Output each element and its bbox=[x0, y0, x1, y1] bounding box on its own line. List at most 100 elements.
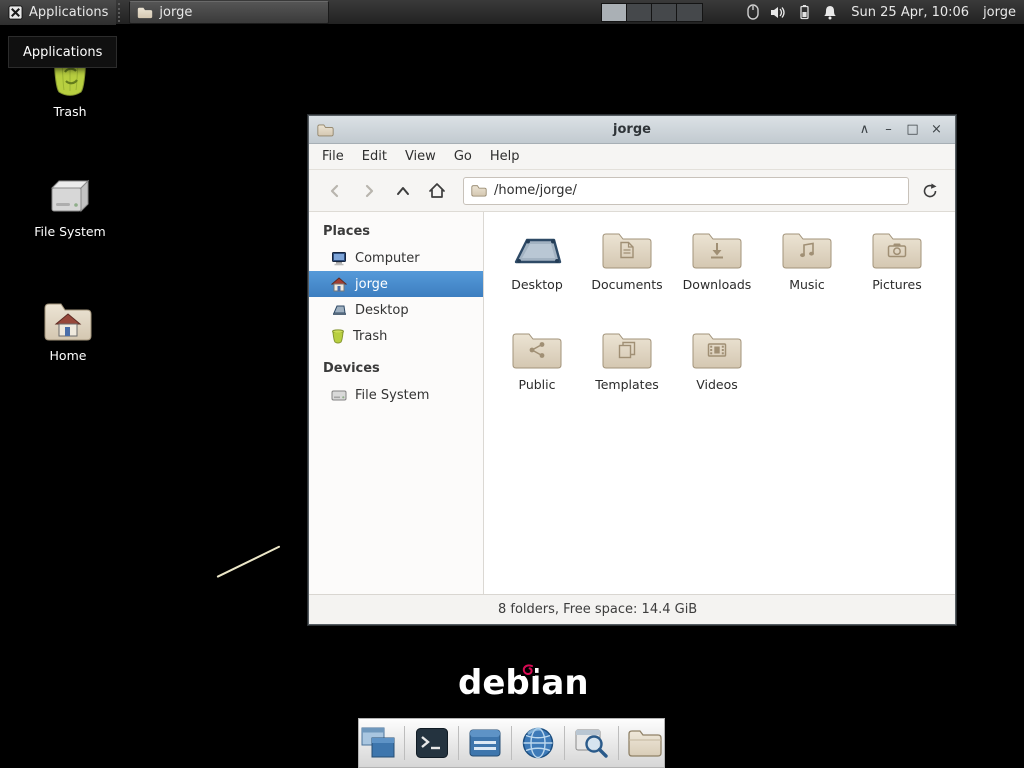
folder-item-templates[interactable]: Templates bbox=[582, 326, 672, 426]
template-icon bbox=[618, 341, 636, 359]
folder-label: Videos bbox=[696, 377, 738, 392]
titlebar[interactable]: jorge ∧ – □ × bbox=[309, 116, 955, 144]
workspace-4[interactable] bbox=[677, 4, 702, 21]
file-manager-folder-icon[interactable] bbox=[626, 722, 664, 764]
reload-button[interactable] bbox=[915, 176, 945, 206]
taskbar-window-label: jorge bbox=[159, 5, 192, 20]
desktop-artifact-line bbox=[217, 545, 281, 577]
folder-label: Templates bbox=[595, 377, 659, 392]
folder-item-music[interactable]: Music bbox=[762, 226, 852, 326]
path-entry[interactable]: /home/jorge/ bbox=[463, 177, 909, 205]
dock-panel bbox=[358, 718, 665, 768]
workspace-1[interactable] bbox=[602, 4, 627, 21]
sidebar-item-desktop[interactable]: Desktop bbox=[309, 297, 483, 323]
mouse-settings-icon[interactable] bbox=[747, 4, 759, 20]
sidebar: Places Computer jorge bbox=[309, 212, 484, 594]
menu-file[interactable]: File bbox=[313, 146, 353, 167]
desktop-icon-home[interactable]: Home bbox=[18, 292, 118, 363]
applications-tooltip: Applications bbox=[8, 36, 117, 68]
window-folder-icon bbox=[317, 123, 334, 137]
close-button[interactable]: × bbox=[926, 120, 947, 140]
clock[interactable]: Sun 25 Apr, 10:06 bbox=[851, 5, 969, 20]
terminal-icon[interactable] bbox=[412, 722, 450, 764]
menubar: File Edit View Go Help bbox=[309, 144, 955, 170]
minimize-button[interactable]: – bbox=[878, 120, 899, 140]
folder-item-pictures[interactable]: Pictures bbox=[852, 226, 942, 326]
toolbar: /home/jorge/ bbox=[309, 170, 955, 212]
folder-grid: Desktop Documents bbox=[484, 212, 955, 594]
sidebar-item-computer[interactable]: Computer bbox=[309, 245, 483, 271]
desktop-icon-label: File System bbox=[20, 224, 120, 239]
shade-button[interactable]: ∧ bbox=[854, 120, 875, 140]
debian-logo: debian bbox=[458, 663, 589, 703]
volume-icon[interactable] bbox=[770, 5, 786, 20]
workspace-3[interactable] bbox=[652, 4, 677, 21]
menu-view[interactable]: View bbox=[396, 146, 445, 167]
dock-separator bbox=[458, 726, 459, 760]
taskbar-window-button[interactable]: jorge bbox=[129, 1, 329, 24]
folder-label: Public bbox=[519, 377, 556, 392]
sidebar-item-label: Desktop bbox=[355, 303, 409, 318]
folder-item-desktop[interactable]: Desktop bbox=[492, 226, 582, 326]
folder-icon bbox=[601, 326, 653, 370]
home-icon bbox=[331, 277, 347, 292]
devices-header: Devices bbox=[309, 357, 483, 382]
application-finder-icon[interactable] bbox=[572, 722, 610, 764]
sidebar-item-filesystem[interactable]: File System bbox=[309, 382, 483, 408]
desktop-icon bbox=[331, 303, 347, 317]
panel-handle bbox=[118, 3, 125, 22]
desktop-desk-icon bbox=[508, 226, 566, 270]
menu-edit[interactable]: Edit bbox=[353, 146, 396, 167]
menu-help[interactable]: Help bbox=[481, 146, 529, 167]
battery-icon[interactable] bbox=[797, 5, 812, 20]
panel-right-area: Sun 25 Apr, 10:06 jorge bbox=[601, 3, 1024, 22]
sidebar-item-jorge[interactable]: jorge bbox=[309, 271, 483, 297]
applications-menu-icon bbox=[8, 5, 23, 20]
debian-swirl-icon bbox=[521, 664, 535, 676]
panel-username[interactable]: jorge bbox=[983, 5, 1016, 20]
folder-icon bbox=[781, 226, 833, 270]
workspace-switcher bbox=[601, 3, 703, 22]
web-browser-globe-icon[interactable] bbox=[519, 722, 557, 764]
folder-label: Desktop bbox=[511, 277, 563, 292]
up-button[interactable] bbox=[387, 176, 419, 206]
back-button[interactable] bbox=[319, 176, 351, 206]
sidebar-item-label: Computer bbox=[355, 251, 420, 266]
statusbar: 8 folders, Free space: 14.4 GiB bbox=[309, 594, 955, 624]
sidebar-item-label: jorge bbox=[355, 277, 388, 292]
window-controls: ∧ – □ × bbox=[854, 120, 947, 140]
music-note-icon bbox=[798, 241, 816, 259]
notification-bell-icon[interactable] bbox=[823, 5, 837, 20]
folder-item-documents[interactable]: Documents bbox=[582, 226, 672, 326]
share-icon bbox=[528, 341, 546, 359]
computer-icon bbox=[331, 251, 347, 266]
dock-separator bbox=[618, 726, 619, 760]
folder-icon bbox=[691, 226, 743, 270]
taskbar-folder-icon bbox=[137, 6, 153, 19]
dock-separator bbox=[511, 726, 512, 760]
maximize-button[interactable]: □ bbox=[902, 120, 923, 140]
folder-item-public[interactable]: Public bbox=[492, 326, 582, 426]
forward-button[interactable] bbox=[353, 176, 385, 206]
folder-item-downloads[interactable]: Downloads bbox=[672, 226, 762, 326]
download-arrow-icon bbox=[708, 241, 726, 259]
film-icon bbox=[707, 343, 727, 358]
places-header: Places bbox=[309, 220, 483, 245]
home-button[interactable] bbox=[421, 176, 453, 206]
menu-go[interactable]: Go bbox=[445, 146, 481, 167]
folder-icon bbox=[871, 226, 923, 270]
show-desktop-icon[interactable] bbox=[359, 722, 397, 764]
trash-icon bbox=[331, 329, 345, 344]
window-list-icon[interactable] bbox=[466, 722, 504, 764]
main-pane: Desktop Documents bbox=[484, 212, 955, 594]
folder-icon bbox=[601, 226, 653, 270]
applications-menu-button[interactable]: Applications bbox=[0, 0, 116, 25]
folder-item-videos[interactable]: Videos bbox=[672, 326, 762, 426]
tooltip-label: Applications bbox=[23, 45, 102, 60]
path-folder-icon bbox=[471, 184, 487, 197]
workspace-2[interactable] bbox=[627, 4, 652, 21]
sidebar-item-label: Trash bbox=[353, 329, 387, 344]
sidebar-item-trash[interactable]: Trash bbox=[309, 323, 483, 349]
top-panel: Applications jorge bbox=[0, 0, 1024, 25]
desktop-icon-filesystem[interactable]: File System bbox=[20, 168, 120, 239]
